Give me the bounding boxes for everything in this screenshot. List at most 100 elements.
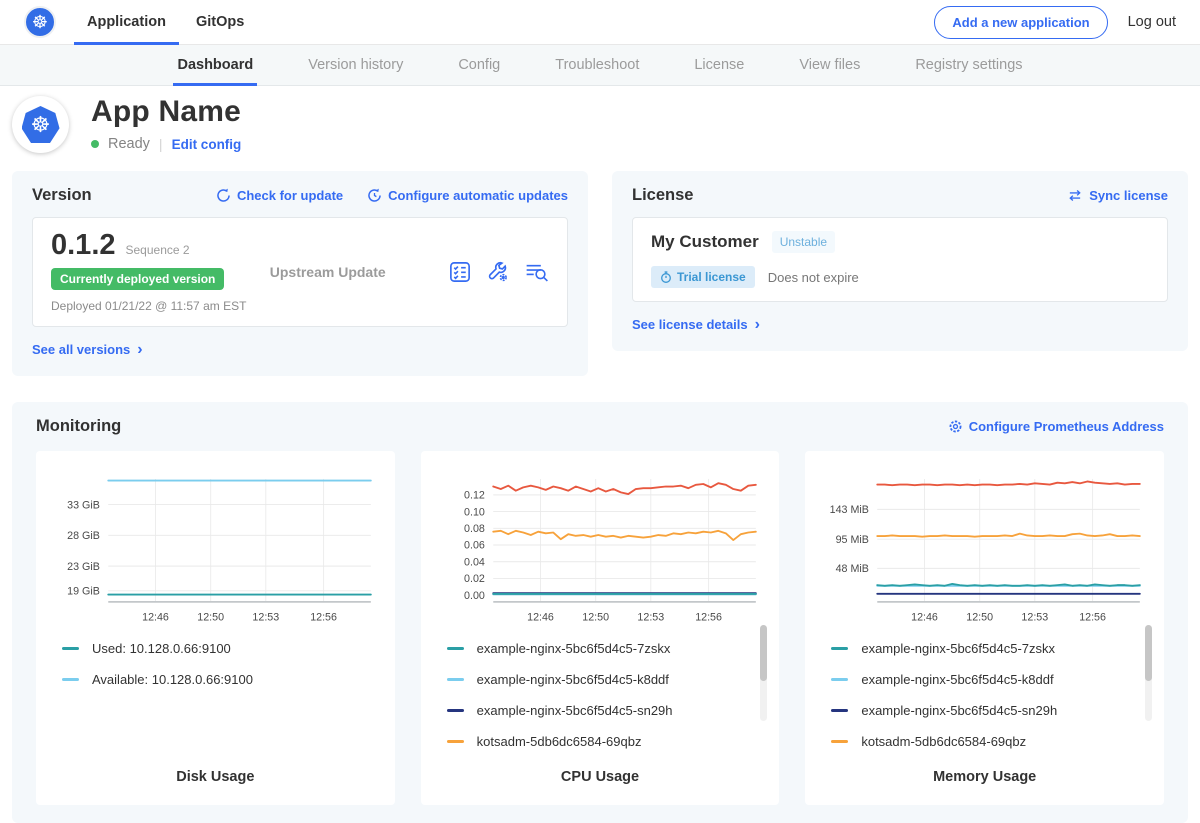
refresh-icon [216, 188, 231, 203]
version-source: Upstream Update [270, 264, 386, 280]
svg-text:95 MiB: 95 MiB [836, 534, 869, 546]
legend-label: Used: 10.128.0.66:9100 [92, 641, 231, 656]
svg-text:12:56: 12:56 [310, 612, 337, 624]
configure-prometheus-link[interactable]: Configure Prometheus Address [948, 419, 1164, 434]
trial-license-badge: Trial license [651, 266, 755, 288]
cpu-usage-legend: example-nginx-5bc6f5d4c5-7zskxexample-ng… [421, 625, 780, 765]
license-card-footer: See license details › [632, 316, 1168, 334]
license-card-header: License Sync license [632, 186, 1168, 205]
subnav-license[interactable]: License [694, 45, 744, 85]
subnav-troubleshoot[interactable]: Troubleshoot [555, 45, 639, 85]
see-license-details-link[interactable]: See license details › [632, 317, 760, 332]
legend-label: example-nginx-5bc6f5d4c5-7zskx [861, 641, 1055, 656]
legend-label: kotsadm-5db6dc6584-69qbz [477, 734, 642, 749]
legend-color-dash-icon [447, 709, 464, 712]
svg-text:12:53: 12:53 [252, 612, 279, 624]
legend-item: example-nginx-5bc6f5d4c5-k8ddf [447, 672, 754, 687]
legend-scrollbar[interactable] [760, 625, 767, 721]
legend-item: kotsadm-5db6dc6584-69qbz [447, 734, 754, 749]
subnav-dashboard-label: Dashboard [177, 57, 253, 73]
check-for-update-link[interactable]: Check for update [216, 188, 343, 203]
svg-text:0.10: 0.10 [464, 506, 485, 518]
legend-color-dash-icon [447, 740, 464, 743]
version-card-links: Check for update Configure automatic upd… [216, 188, 568, 203]
disk-usage-legend: Used: 10.128.0.66:9100 Available: 10.128.… [36, 625, 395, 745]
top-nav-tabs: Application GitOps [72, 0, 259, 44]
legend-scrollbar[interactable] [1145, 625, 1152, 721]
deployed-timestamp: Deployed 01/21/22 @ 11:57 am EST [51, 299, 246, 313]
svg-text:12:53: 12:53 [1022, 612, 1049, 624]
configure-prometheus-label: Configure Prometheus Address [969, 419, 1164, 434]
configure-automatic-updates-label: Configure automatic updates [388, 188, 568, 203]
check-for-update-label: Check for update [237, 188, 343, 203]
svg-text:33 GiB: 33 GiB [67, 499, 100, 511]
legend-color-dash-icon [62, 647, 79, 650]
tab-gitops[interactable]: GitOps [183, 0, 257, 44]
legend-label: example-nginx-5bc6f5d4c5-k8ddf [861, 672, 1053, 687]
preflight-checks-icon[interactable] [449, 261, 471, 283]
subnav-view-files[interactable]: View files [799, 45, 860, 85]
legend-item: example-nginx-5bc6f5d4c5-sn29h [447, 703, 754, 718]
svg-text:12:50: 12:50 [582, 612, 609, 624]
config-wrench-icon[interactable] [487, 261, 509, 283]
subnav-version-history-label: Version history [308, 57, 403, 73]
cpu-usage-chart-card: 12:4612:5012:5312:560.120.100.080.060.04… [421, 451, 780, 805]
tab-application-label: Application [87, 14, 166, 30]
svg-text:0.06: 0.06 [464, 540, 485, 552]
legend-color-dash-icon [831, 647, 848, 650]
disk-usage-chart-card: 12:4612:5012:5312:5633 GiB28 GiB23 GiB19… [36, 451, 395, 805]
kubernetes-logo-icon: ☸ [24, 6, 56, 38]
subnav-config[interactable]: Config [458, 45, 500, 85]
svg-text:12:50: 12:50 [197, 612, 224, 624]
clock-refresh-icon [367, 188, 382, 203]
divider: | [159, 136, 163, 152]
legend-item: Available: 10.128.0.66:9100 [62, 672, 369, 687]
sync-license-link[interactable]: Sync license [1067, 188, 1168, 203]
monitoring-section: Monitoring Configure Prometheus Address … [12, 402, 1188, 823]
configure-automatic-updates-link[interactable]: Configure automatic updates [367, 188, 568, 203]
gear-icon [948, 419, 963, 434]
svg-text:12:56: 12:56 [1080, 612, 1107, 624]
subnav-version-history[interactable]: Version history [308, 45, 403, 85]
see-license-details-label: See license details [632, 317, 748, 332]
view-logs-icon[interactable] [525, 262, 549, 282]
svg-text:12:46: 12:46 [911, 612, 938, 624]
add-application-button[interactable]: Add a new application [934, 6, 1107, 39]
version-actions [449, 261, 549, 283]
top-nav: ☸ Application GitOps Add a new applicati… [0, 0, 1200, 45]
sync-license-label: Sync license [1089, 188, 1168, 203]
legend-color-dash-icon [831, 709, 848, 712]
see-all-versions-link[interactable]: See all versions › [32, 342, 143, 357]
svg-text:0.08: 0.08 [464, 523, 485, 535]
subnav-troubleshoot-label: Troubleshoot [555, 57, 639, 73]
legend-item: example-nginx-5bc6f5d4c5-sn29h [831, 703, 1138, 718]
subnav-registry-settings[interactable]: Registry settings [915, 45, 1022, 85]
status-dot-icon [91, 140, 99, 148]
cpu-usage-title: CPU Usage [421, 765, 780, 805]
svg-text:12:46: 12:46 [527, 612, 554, 624]
legend-label: kotsadm-5db6dc6584-69qbz [861, 734, 1026, 749]
status-badge: Ready [108, 136, 150, 152]
subnav-view-files-label: View files [799, 57, 860, 73]
kubernetes-heptagon-icon: ☸ [22, 106, 60, 143]
tab-gitops-label: GitOps [196, 14, 244, 30]
monitoring-title: Monitoring [36, 417, 121, 436]
legend-color-dash-icon [831, 678, 848, 681]
legend-label: example-nginx-5bc6f5d4c5-sn29h [861, 703, 1057, 718]
cards-row: Version Check for update Configure au [0, 171, 1200, 376]
edit-config-link[interactable]: Edit config [172, 137, 242, 152]
legend-scrollbar-thumb[interactable] [760, 625, 767, 681]
legend-color-dash-icon [447, 647, 464, 650]
license-customer-row: My Customer Unstable [651, 231, 1149, 253]
tab-application[interactable]: Application [74, 0, 179, 44]
license-card-title: License [632, 186, 693, 205]
logout-button[interactable]: Log out [1128, 14, 1176, 30]
legend-item: example-nginx-5bc6f5d4c5-k8ddf [831, 672, 1138, 687]
legend-scrollbar-thumb[interactable] [1145, 625, 1152, 681]
app-status-row: Ready | Edit config [91, 136, 241, 152]
legend-label: Available: 10.128.0.66:9100 [92, 672, 253, 687]
svg-text:12:50: 12:50 [967, 612, 994, 624]
customer-name: My Customer [651, 232, 759, 252]
subnav-dashboard[interactable]: Dashboard [177, 45, 253, 85]
legend-color-dash-icon [62, 678, 79, 681]
